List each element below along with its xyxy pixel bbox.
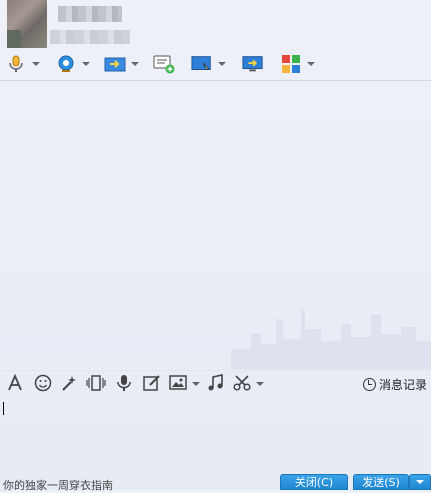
send-image-button[interactable] <box>169 374 200 394</box>
shake-icon <box>86 374 106 395</box>
chevron-down-icon[interactable] <box>307 62 315 66</box>
smiley-icon <box>34 374 52 395</box>
music-note-icon <box>207 373 225 395</box>
message-history-button[interactable]: 消息记录 <box>362 374 427 394</box>
video-call-button[interactable] <box>55 52 90 76</box>
clock-icon <box>362 377 376 391</box>
microphone-icon <box>116 374 132 395</box>
screen-share-icon <box>242 54 264 74</box>
message-history-label: 消息记录 <box>378 377 427 392</box>
chat-header <box>0 0 431 52</box>
image-icon <box>169 374 187 394</box>
chevron-down-icon[interactable] <box>82 62 90 66</box>
apps-grid-icon <box>280 54 302 74</box>
screenshot-button[interactable] <box>233 374 264 394</box>
edit-note-icon <box>143 374 161 395</box>
chat-footer: 你的独家一周穿衣指南 关闭(C) 发送(S) <box>0 471 431 493</box>
font-icon <box>6 373 24 395</box>
message-history-pane[interactable] <box>0 81 431 369</box>
font-button[interactable] <box>6 373 24 395</box>
doodle-button[interactable] <box>143 374 161 394</box>
voice-call-button[interactable] <box>5 52 40 76</box>
text-cursor <box>3 402 4 415</box>
input-toolbar: 消息记录 <box>0 370 431 397</box>
shake-window-button[interactable] <box>86 374 106 394</box>
chevron-down-icon[interactable] <box>131 62 139 66</box>
webcam-icon <box>55 54 77 74</box>
chevron-down-icon[interactable] <box>218 62 226 66</box>
remote-assist-icon <box>191 54 213 74</box>
magic-wand-icon <box>60 374 78 395</box>
music-button[interactable] <box>207 373 225 395</box>
chevron-down-icon[interactable] <box>256 382 264 386</box>
new-chat-icon <box>153 54 175 74</box>
magic-expression-button[interactable] <box>60 374 78 394</box>
remote-assist-button[interactable] <box>191 52 226 76</box>
voice-message-button[interactable] <box>116 374 132 394</box>
send-button[interactable]: 发送(S) <box>353 474 409 490</box>
skyline-watermark <box>231 309 431 369</box>
create-discussion-button[interactable] <box>153 52 175 76</box>
contact-name[interactable] <box>58 6 122 22</box>
file-transfer-icon <box>104 54 126 74</box>
chevron-down-icon[interactable] <box>32 62 40 66</box>
chevron-down-icon[interactable] <box>192 382 200 386</box>
emoji-button[interactable] <box>34 374 52 394</box>
microphone-call-icon <box>5 54 27 74</box>
ad-link[interactable]: 你的独家一周穿衣指南 <box>3 477 113 493</box>
send-file-button[interactable] <box>104 52 139 76</box>
avatar[interactable] <box>7 0 47 48</box>
apps-button[interactable] <box>280 52 315 76</box>
message-input[interactable] <box>0 397 431 471</box>
contact-signature <box>50 30 130 44</box>
chat-toolbar <box>0 52 431 78</box>
screen-share-button[interactable] <box>242 52 264 76</box>
send-options-button[interactable] <box>409 474 431 490</box>
chevron-down-icon <box>416 480 424 484</box>
close-button[interactable]: 关闭(C) <box>280 474 348 490</box>
scissors-icon <box>233 374 251 395</box>
